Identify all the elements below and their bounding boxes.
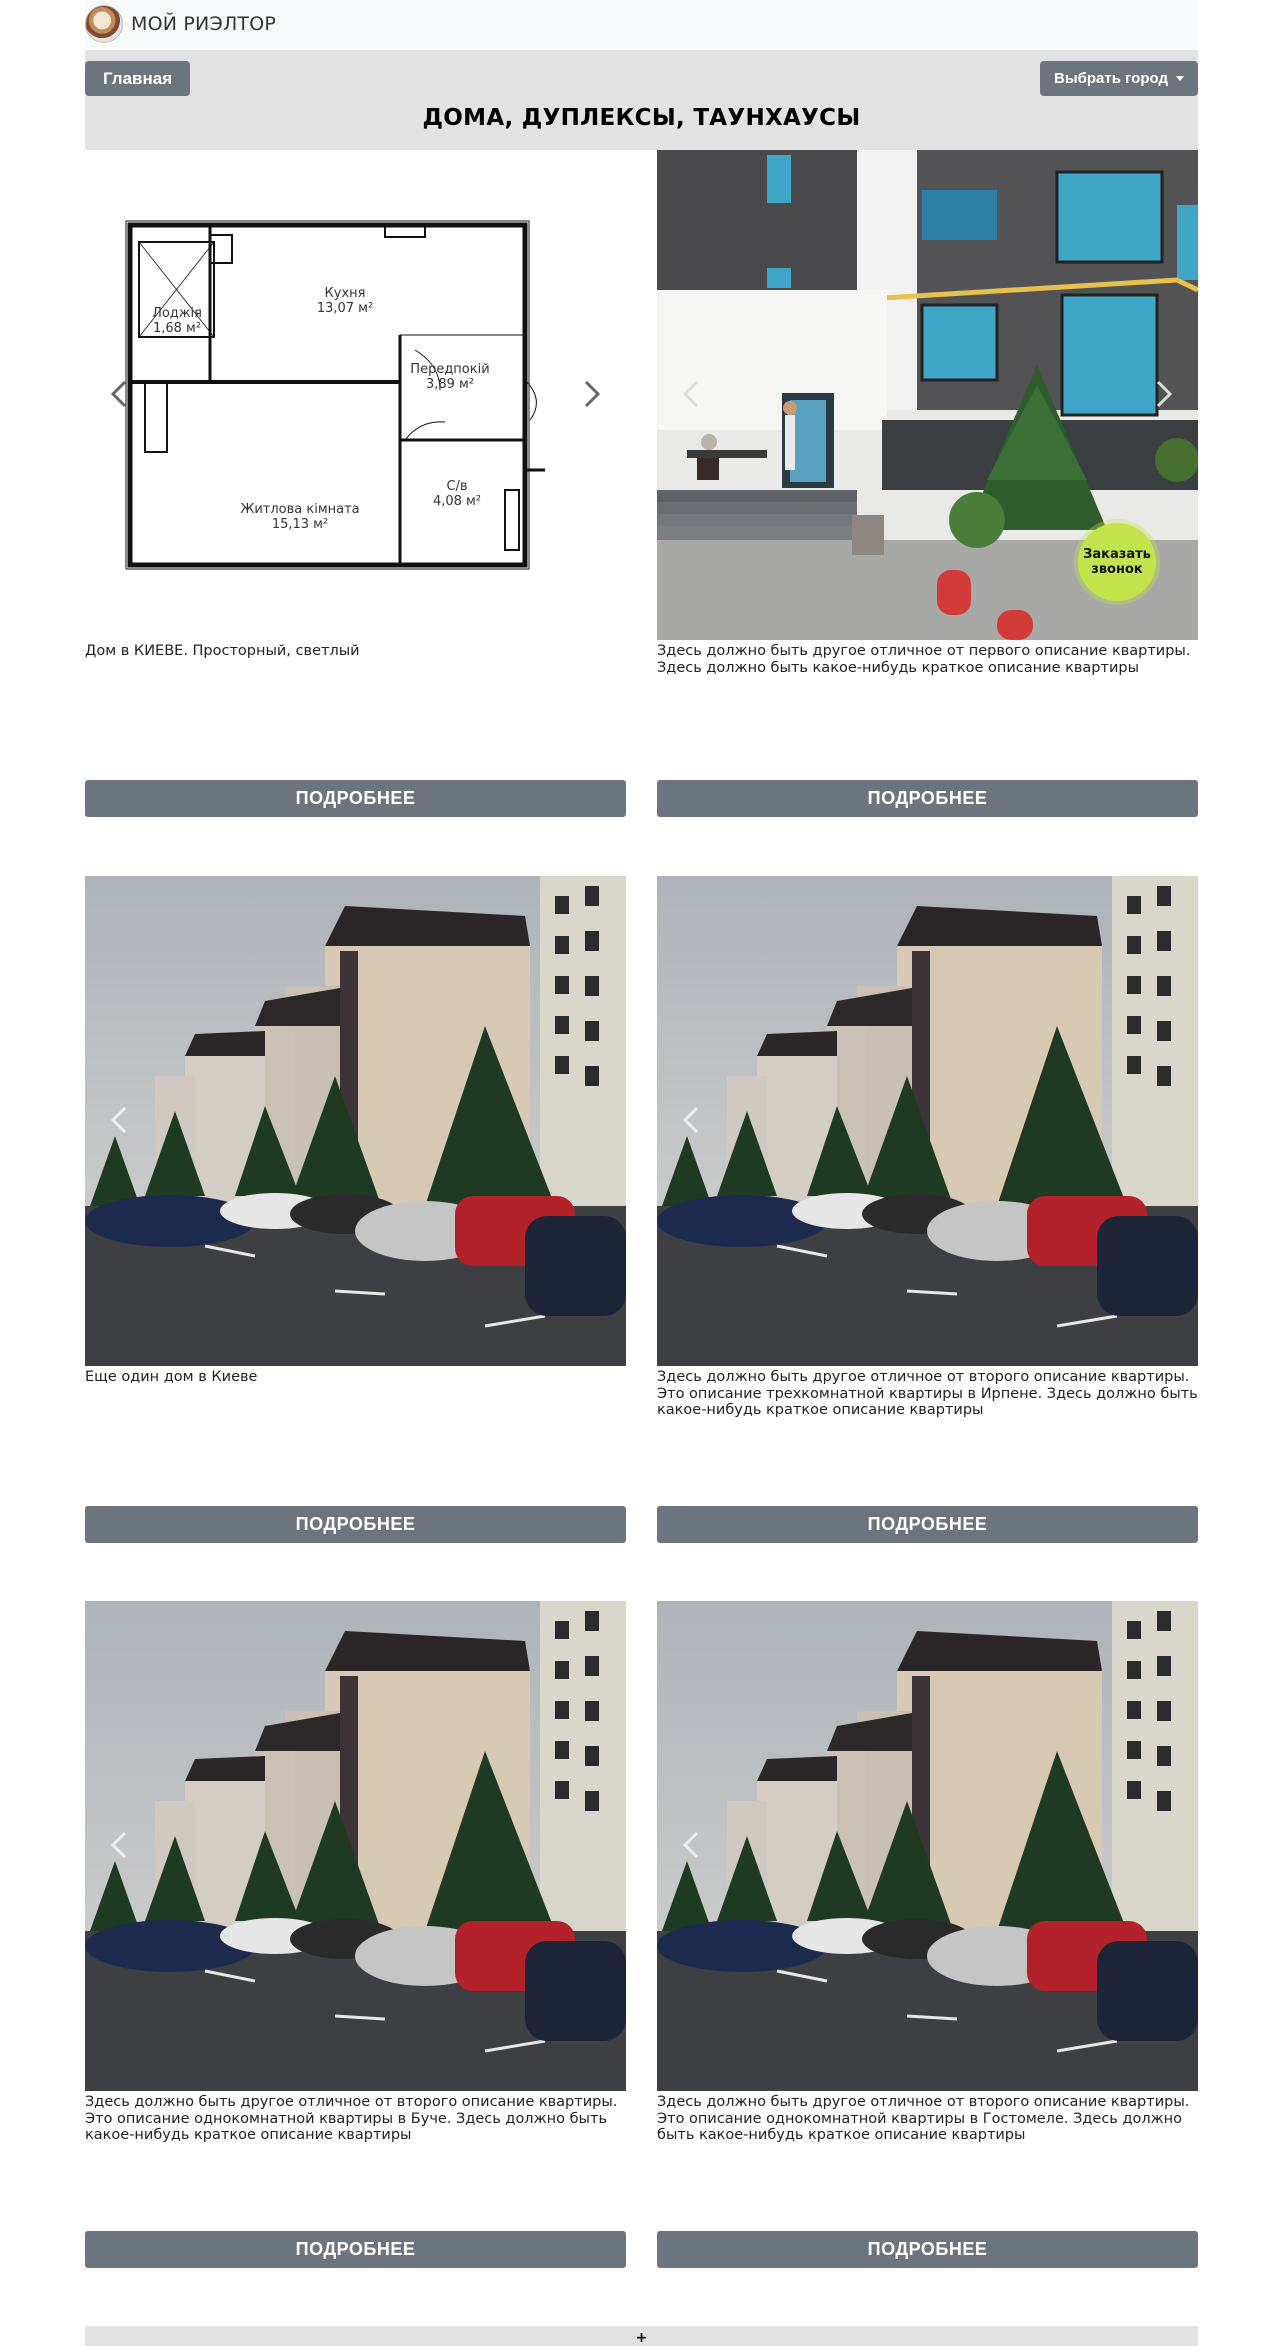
details-button[interactable]: ПОДРОБНЕЕ <box>657 780 1198 817</box>
room-label: С/в <box>446 479 467 494</box>
room-label: Передпокій <box>410 362 489 377</box>
details-button[interactable]: ПОДРОБНЕЕ <box>85 780 626 817</box>
chevron-down-icon <box>1176 76 1184 81</box>
property-card: Здесь должно быть другое отличное от вто… <box>85 1601 626 2268</box>
plus-icon: + <box>635 2330 648 2346</box>
select-city-button[interactable]: Выбрать город <box>1039 61 1198 96</box>
chevron-left-icon <box>682 380 699 408</box>
property-description: Здесь должно быть другое отличное от вто… <box>657 1369 1198 1418</box>
residential-complex-image[interactable] <box>85 876 626 1366</box>
carousel-prev-button[interactable] <box>677 1098 705 1142</box>
brand-name[interactable]: МОЙ РИЭЛТОР <box>131 13 276 35</box>
property-card: Еще один дом в Киеве ПОДРОБНЕЕ <box>85 876 626 1543</box>
page-title: ДОМА, ДУПЛЕКСЫ, ТАУНХАУСЫ <box>422 105 861 131</box>
residential-complex-image[interactable] <box>657 1601 1198 2091</box>
room-area: 13,07 м² <box>317 301 373 316</box>
carousel-prev-button[interactable] <box>677 1823 705 1867</box>
residential-complex-photo <box>85 1601 626 2091</box>
footer-expand-bar[interactable]: + <box>85 2326 1198 2346</box>
page-header: Главная Выбрать город ДОМА, ДУПЛЕКСЫ, ТА… <box>85 50 1198 150</box>
residential-complex-image[interactable] <box>85 1601 626 2091</box>
property-description: Здесь должно быть другое отличное от пер… <box>657 643 1191 676</box>
property-description: Еще один дом в Киеве <box>85 1369 258 1385</box>
floorplan-image[interactable]: Кухня 13,07 м² Лоджія 1,68 м² Передпокій… <box>85 150 626 640</box>
chevron-left-icon <box>110 1106 127 1134</box>
property-description: Здесь должно быть другое отличное от вто… <box>85 2094 618 2143</box>
room-label: Житлова кімната <box>240 502 359 517</box>
order-callback-button[interactable]: Заказать звонок <box>1078 523 1156 601</box>
realtor-logo-icon[interactable] <box>85 5 123 43</box>
chevron-right-icon <box>584 380 601 408</box>
room-area: 3,89 м² <box>426 377 474 392</box>
chevron-left-icon <box>110 1831 127 1859</box>
callback-label-line2: звонок <box>1091 562 1143 577</box>
property-description: Дом в КИЕВЕ. Просторный, светлый <box>85 643 360 659</box>
room-label: Кухня <box>325 286 366 301</box>
room-area: 1,68 м² <box>153 321 201 336</box>
room-area: 4,08 м² <box>433 494 481 509</box>
navbar: МОЙ РИЭЛТОР <box>85 0 1198 48</box>
floorplan-drawing: Кухня 13,07 м² Лоджія 1,68 м² Передпокій… <box>125 220 545 570</box>
carousel-prev-button[interactable] <box>677 372 705 416</box>
select-city-label: Выбрать город <box>1053 70 1168 87</box>
carousel-prev-button[interactable] <box>105 1098 133 1142</box>
room-label: Лоджія <box>152 306 202 321</box>
details-button[interactable]: ПОДРОБНЕЕ <box>85 1506 626 1543</box>
residential-complex-photo <box>85 876 626 1366</box>
room-area: 15,13 м² <box>272 517 328 532</box>
details-button[interactable]: ПОДРОБНЕЕ <box>657 2231 1198 2268</box>
callback-label-line1: Заказать <box>1083 547 1151 562</box>
home-button[interactable]: Главная <box>85 61 191 96</box>
details-button[interactable]: ПОДРОБНЕЕ <box>657 1506 1198 1543</box>
chevron-left-icon <box>110 380 127 408</box>
carousel-next-button[interactable] <box>578 372 606 416</box>
chevron-left-icon <box>682 1106 699 1134</box>
property-card: Кухня 13,07 м² Лоджія 1,68 м² Передпокій… <box>85 150 626 817</box>
details-button[interactable]: ПОДРОБНЕЕ <box>85 2231 626 2268</box>
chevron-right-icon <box>1156 380 1173 408</box>
property-card: Здесь должно быть другое отличное от вто… <box>657 876 1198 1543</box>
property-card: Здесь должно быть другое отличное от вто… <box>657 1601 1198 2268</box>
carousel-next-button[interactable] <box>1150 372 1178 416</box>
property-description: Здесь должно быть другое отличное от вто… <box>657 2094 1190 2143</box>
carousel-prev-button[interactable] <box>105 372 133 416</box>
chevron-left-icon <box>682 1831 699 1859</box>
carousel-prev-button[interactable] <box>105 1823 133 1867</box>
residential-complex-image[interactable] <box>657 876 1198 1366</box>
residential-complex-photo <box>657 876 1198 1366</box>
residential-complex-photo <box>657 1601 1198 2091</box>
